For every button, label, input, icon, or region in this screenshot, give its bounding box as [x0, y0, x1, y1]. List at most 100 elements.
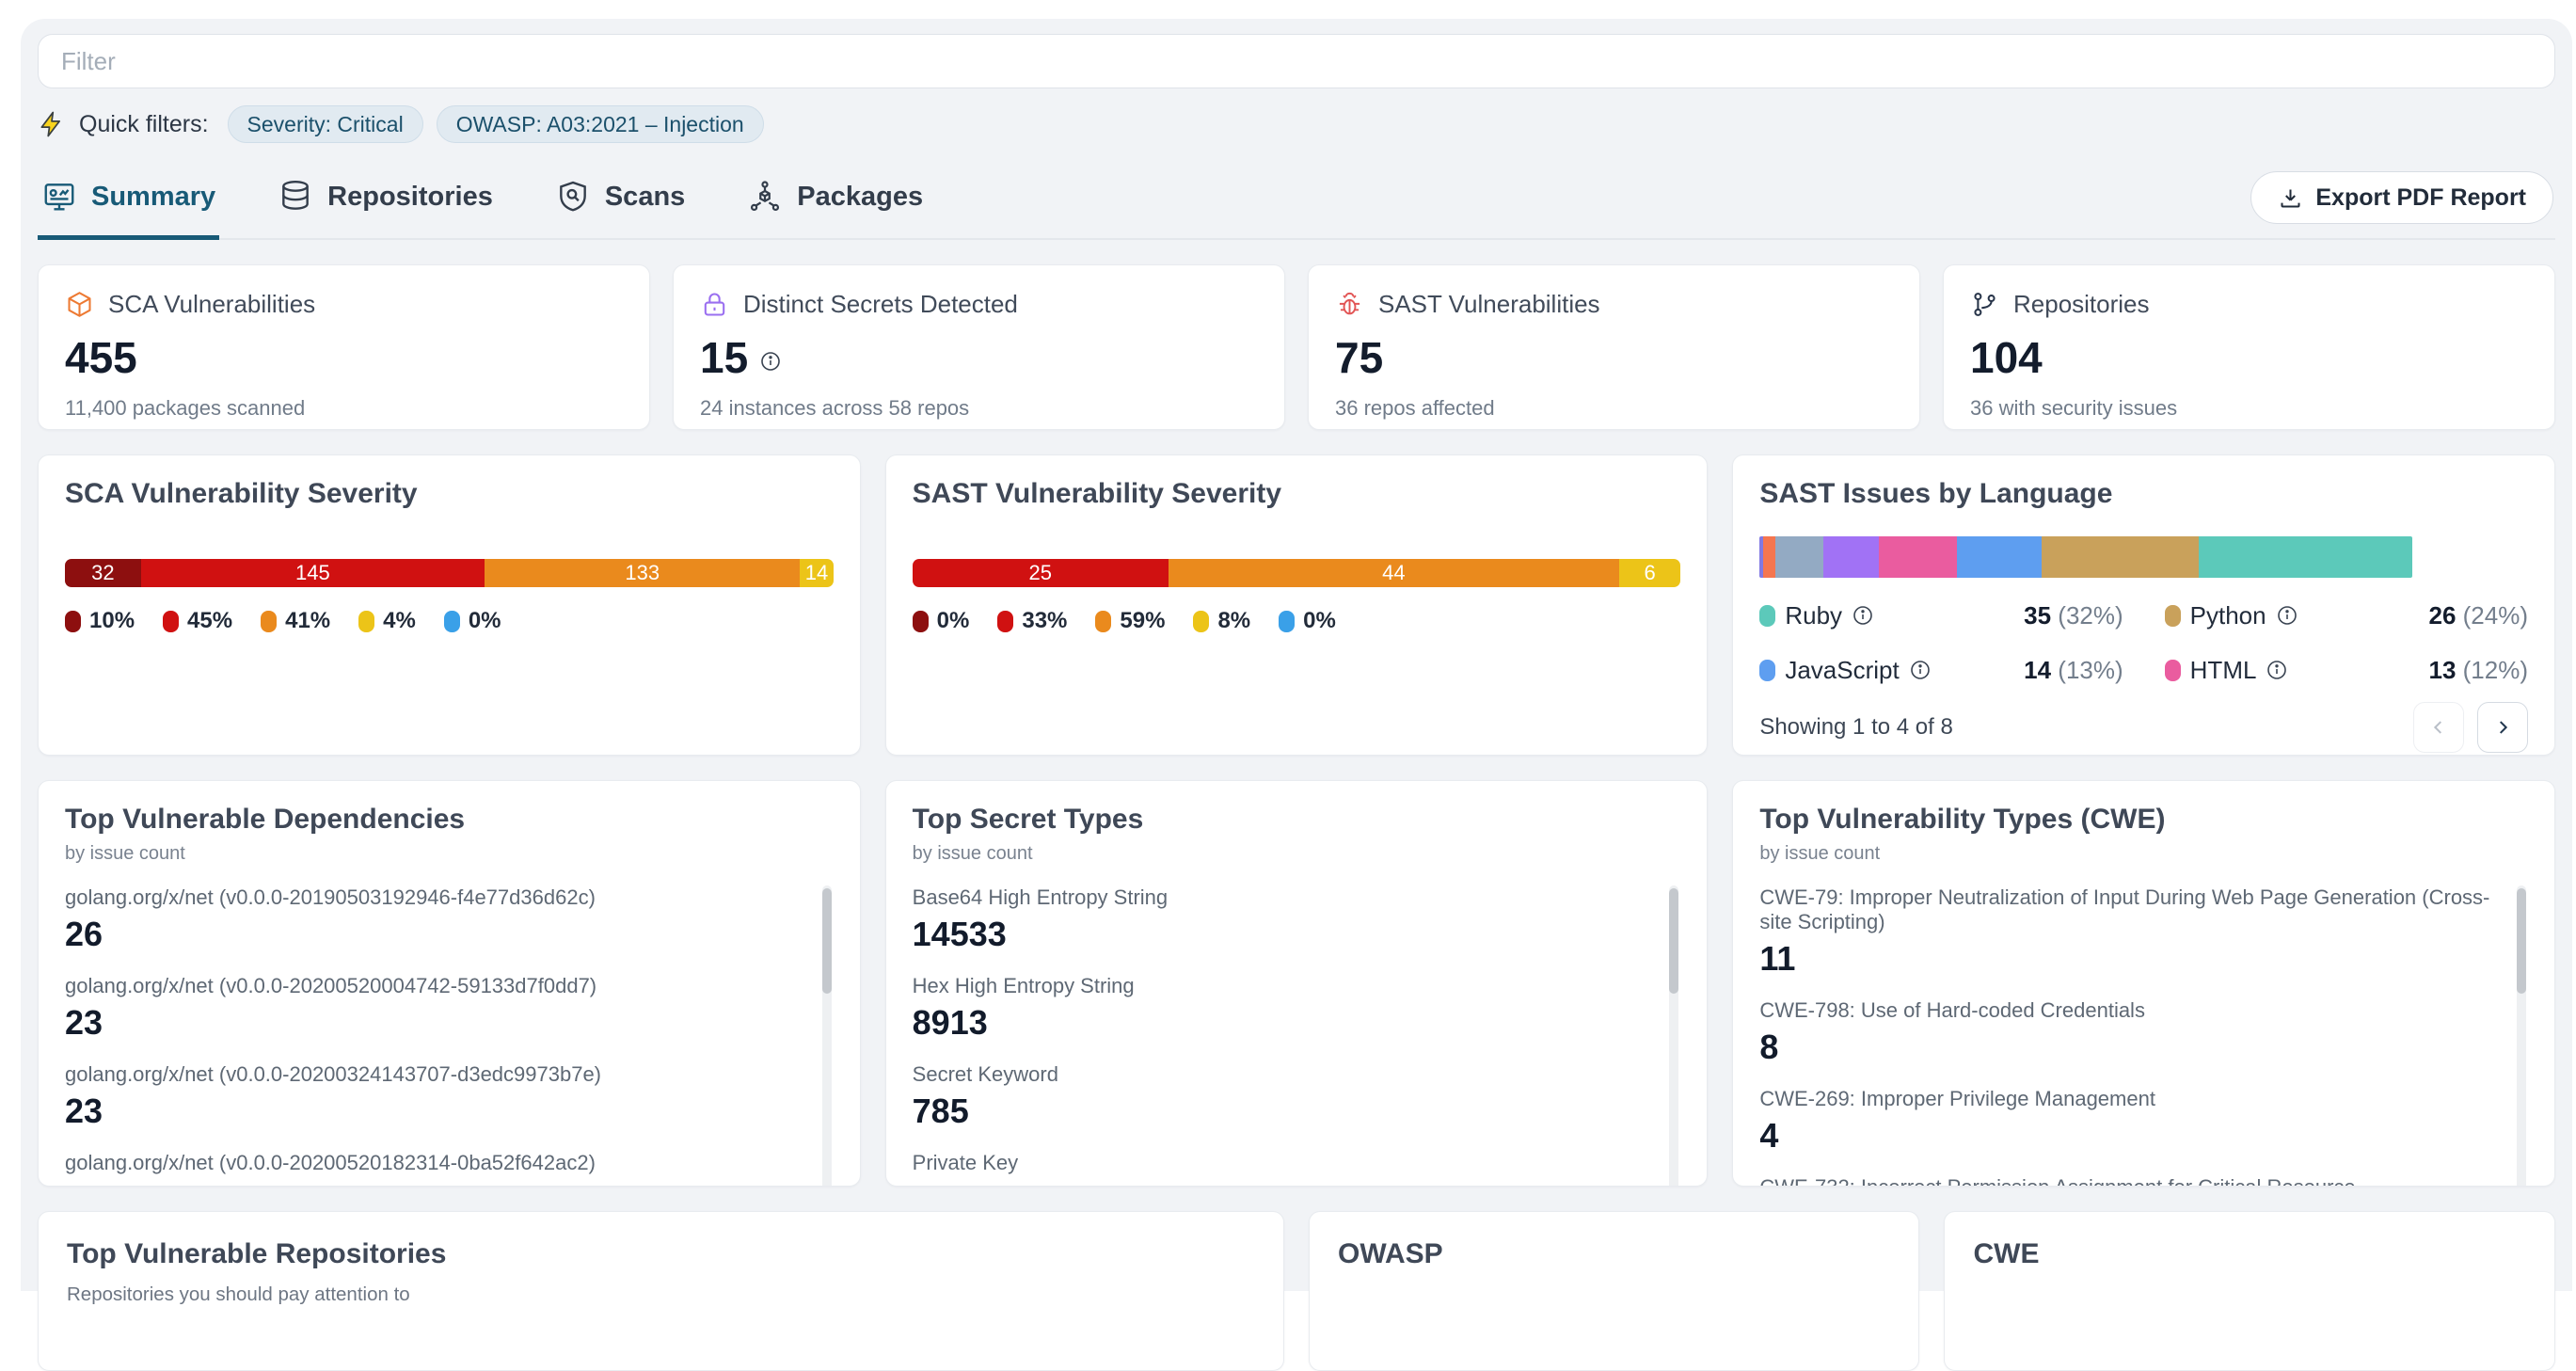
tab-packages[interactable]: Packages	[743, 175, 927, 240]
list-item: golang.org/x/net (v0.0.0-20200520182314-…	[65, 1151, 796, 1187]
card-title: OWASP	[1338, 1238, 1891, 1270]
top-vulnerability-types-card: Top Vulnerability Types (CWE) by issue c…	[1732, 780, 2555, 1187]
owasp-card: OWASP	[1309, 1211, 1920, 1371]
stat-card-secrets: Distinct Secrets Detected 15 24 instance…	[673, 264, 1285, 430]
top-secret-types-card: Top Secret Types by issue count Base64 H…	[885, 780, 1709, 1187]
bottom-row: Top Vulnerable Repositories Repositories…	[38, 1211, 2555, 1371]
filter-input[interactable]	[38, 34, 2555, 88]
sca-severity-card: SCA Vulnerability Severity 32 145 133 14…	[38, 454, 861, 756]
card-title: Top Vulnerable Repositories	[67, 1238, 1255, 1270]
severity-legend: 0% 33% 59% 8% 0%	[913, 608, 1681, 634]
sast-severity-bar: 25 44 6	[913, 559, 1681, 587]
info-icon[interactable]	[759, 350, 782, 373]
next-page-button[interactable]	[2477, 702, 2528, 753]
stat-card-repositories: Repositories 104 36 with security issues	[1943, 264, 2555, 430]
top-vulnerable-dependencies-card: Top Vulnerable Dependencies by issue cou…	[38, 780, 861, 1187]
list-item: CWE-798: Use of Hard-coded Credentials8	[1759, 998, 2490, 1066]
stat-subtitle: 24 instances across 58 repos	[700, 396, 1258, 421]
database-icon	[278, 179, 313, 215]
chevron-right-icon	[2492, 717, 2513, 738]
quick-filters-label: Quick filters:	[79, 111, 209, 138]
list-subtitle: by issue count	[65, 843, 834, 865]
tab-summary[interactable]: Summary	[38, 175, 219, 240]
scrollbar-thumb[interactable]	[2517, 888, 2526, 994]
legend-row-python: Python 26 (24%)	[2165, 597, 2528, 634]
stat-value: 104	[1970, 332, 2528, 383]
scrollbar-track[interactable]	[1669, 885, 1678, 1187]
tab-scans-label: Scans	[605, 182, 685, 213]
info-icon[interactable]	[2266, 659, 2288, 681]
list-item: golang.org/x/net (v0.0.0-20200520004742-…	[65, 974, 796, 1042]
lists-row: Top Vulnerable Dependencies by issue cou…	[38, 780, 2555, 1187]
scrollable-list[interactable]: CWE-79: Improper Neutralization of Input…	[1759, 885, 2528, 1187]
chevron-left-icon	[2428, 717, 2449, 738]
list-title: Top Secret Types	[913, 804, 1681, 836]
quick-filter-severity-critical[interactable]: Severity: Critical	[228, 105, 423, 143]
tab-repositories[interactable]: Repositories	[274, 175, 497, 240]
quick-filter-owasp-injection[interactable]: OWASP: A03:2021 – Injection	[437, 105, 764, 143]
languages-legend: Ruby 35 (32%) Python 26 (24%) JavaScript…	[1759, 597, 2528, 689]
legend-row-javascript: JavaScript 14 (13%)	[1759, 651, 2123, 689]
card-subtitle: Repositories you should pay attention to	[67, 1283, 1255, 1306]
stat-label: SAST Vulnerabilities	[1378, 290, 1600, 319]
legend-row-html: HTML 13 (12%)	[2165, 651, 2528, 689]
export-pdf-button[interactable]: Export PDF Report	[2250, 171, 2553, 224]
languages-card: SAST Issues by Language Ruby 35 (32%)	[1732, 454, 2555, 756]
languages-bar	[1759, 536, 2412, 578]
stat-value: 15	[700, 332, 748, 383]
bug-icon	[1335, 290, 1364, 319]
prev-page-button[interactable]	[2413, 702, 2464, 753]
scrollable-list[interactable]: golang.org/x/net (v0.0.0-20190503192946-…	[65, 885, 834, 1187]
charts-row: SCA Vulnerability Severity 32 145 133 14…	[38, 454, 2555, 756]
stat-value: 455	[65, 332, 623, 383]
tab-repositories-label: Repositories	[327, 182, 493, 213]
chart-title: SAST Issues by Language	[1759, 478, 2528, 510]
info-icon[interactable]	[1909, 659, 1932, 681]
list-item: golang.org/x/net (v0.0.0-20190503192946-…	[65, 885, 796, 953]
package-icon	[65, 290, 94, 319]
list-item: CWE-732: Incorrect Permission Assignment…	[1759, 1175, 2490, 1187]
stat-card-sast: SAST Vulnerabilities 75 36 repos affecte…	[1308, 264, 1920, 430]
scrollbar-thumb[interactable]	[822, 888, 832, 994]
list-item: golang.org/x/net (v0.0.0-20200324143707-…	[65, 1062, 796, 1130]
pagination-status: Showing 1 to 4 of 8	[1759, 714, 1952, 741]
dashboard-panel: Quick filters: Severity: Critical OWASP:…	[21, 19, 2572, 1291]
list-item: Private Key29	[913, 1151, 1644, 1187]
scrollbar-thumb[interactable]	[1669, 888, 1678, 994]
chart-title: SCA Vulnerability Severity	[65, 478, 834, 510]
tab-scans[interactable]: Scans	[551, 175, 689, 240]
list-item: CWE-269: Improper Privilege Management4	[1759, 1087, 2490, 1155]
stat-label: Distinct Secrets Detected	[743, 290, 1018, 319]
list-subtitle: by issue count	[913, 843, 1681, 865]
tab-summary-label: Summary	[91, 182, 215, 213]
chart-title: SAST Vulnerability Severity	[913, 478, 1681, 510]
export-pdf-label: Export PDF Report	[2315, 184, 2526, 212]
stat-subtitle: 36 with security issues	[1970, 396, 2528, 421]
git-branch-icon	[1970, 290, 1999, 319]
summary-icon	[41, 179, 77, 215]
scrollbar-track[interactable]	[2517, 885, 2526, 1187]
list-item: Secret Keyword785	[913, 1062, 1644, 1130]
download-icon	[2278, 185, 2303, 211]
stat-label: Repositories	[2013, 290, 2150, 319]
lightning-icon	[38, 110, 66, 138]
scrollable-list[interactable]: Base64 High Entropy String14533 Hex High…	[913, 885, 1681, 1187]
stat-cards-row: SCA Vulnerabilities 455 11,400 packages …	[38, 264, 2555, 430]
packages-icon	[747, 179, 783, 215]
stat-subtitle: 36 repos affected	[1335, 396, 1893, 421]
sast-severity-card: SAST Vulnerability Severity 25 44 6 0% 3…	[885, 454, 1709, 756]
info-icon[interactable]	[2276, 604, 2298, 627]
scrollbar-track[interactable]	[822, 885, 832, 1187]
list-title: Top Vulnerability Types (CWE)	[1759, 804, 2528, 836]
list-item: Base64 High Entropy String14533	[913, 885, 1644, 953]
quick-filters-row: Quick filters: Severity: Critical OWASP:…	[38, 105, 2555, 143]
card-title: CWE	[1973, 1238, 2526, 1270]
list-item: CWE-79: Improper Neutralization of Input…	[1759, 885, 2490, 978]
list-item: Hex High Entropy String8913	[913, 974, 1644, 1042]
scan-shield-icon	[555, 179, 591, 215]
sca-severity-bar: 32 145 133 14	[65, 559, 834, 587]
stat-value: 75	[1335, 332, 1893, 383]
legend-row-ruby: Ruby 35 (32%)	[1759, 597, 2123, 634]
tab-packages-label: Packages	[797, 182, 923, 213]
info-icon[interactable]	[1852, 604, 1874, 627]
